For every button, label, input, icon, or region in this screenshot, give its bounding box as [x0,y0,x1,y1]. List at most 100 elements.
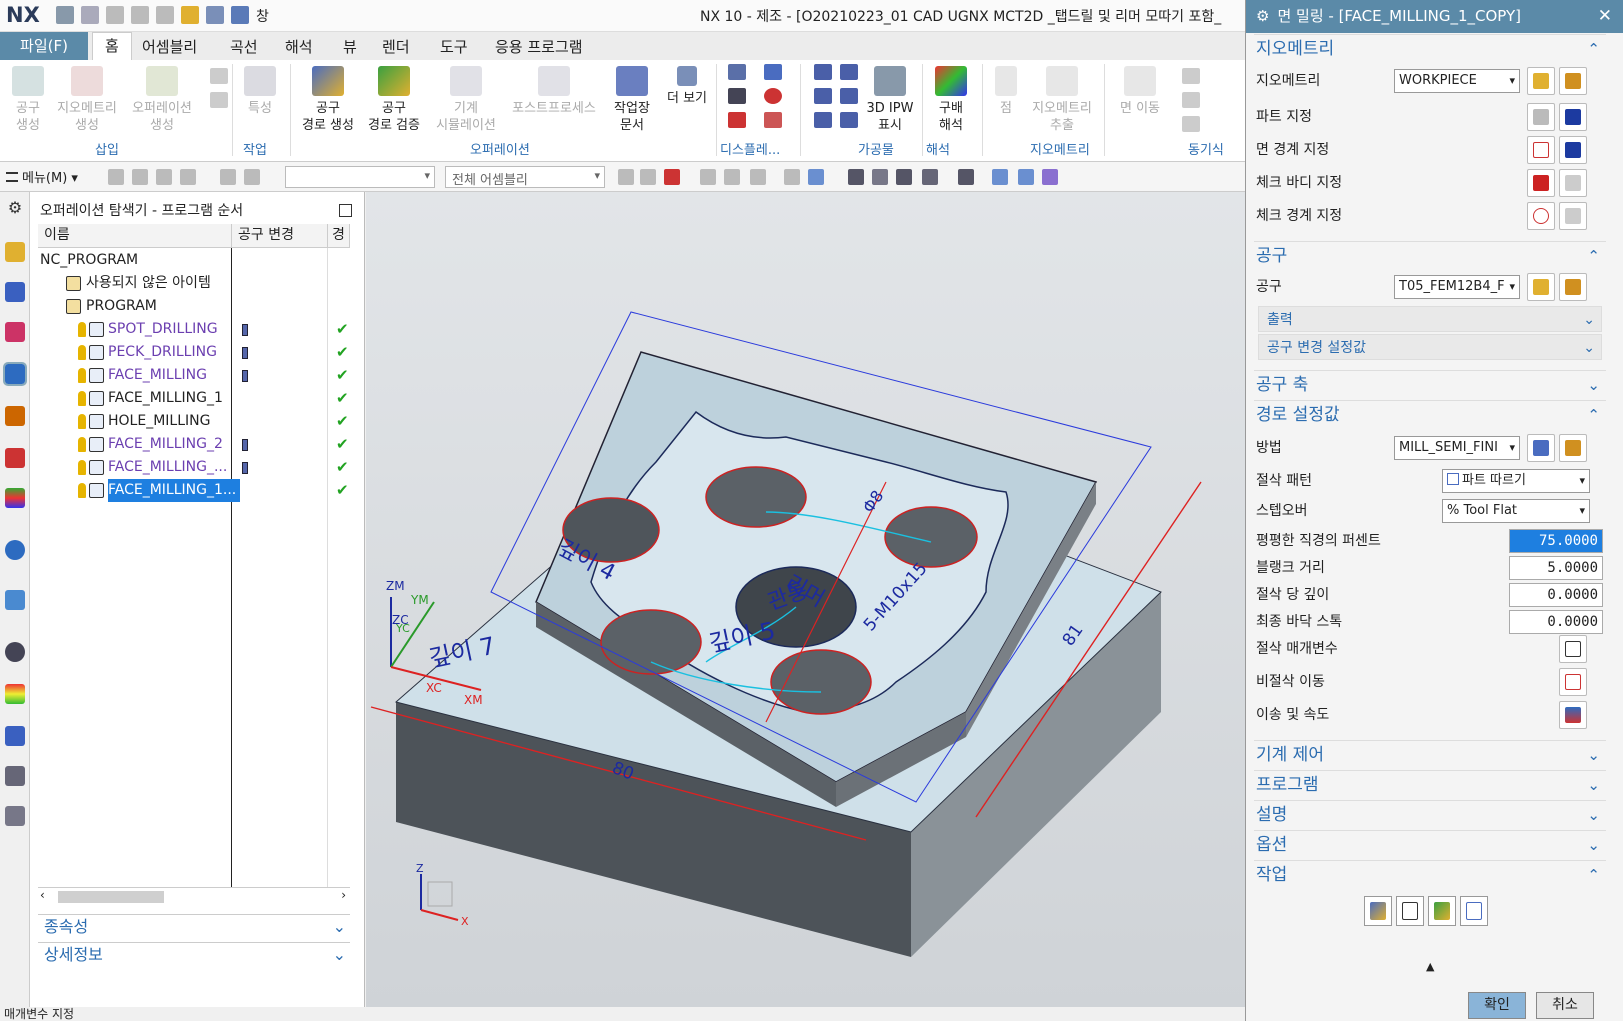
group-action[interactable]: 작업 [243,139,267,158]
parameter-input[interactable]: 0.0000 [1509,583,1603,607]
section-geometry[interactable]: 지오메트리 ⌃ [1254,34,1606,62]
navigator-row[interactable]: PROGRAM [38,295,360,318]
edit-geometry-button[interactable] [1559,67,1587,95]
specify-part-button[interactable] [1527,103,1555,131]
section-tool[interactable]: 공구 ⌃ [1254,241,1606,269]
tab-home[interactable]: 홈 [92,32,132,60]
snap-icon[interactable] [724,169,740,185]
ok-button[interactable]: 확인 [1468,992,1526,1019]
navigator-row[interactable]: SPOT_DRILLING ✔ [38,318,360,341]
web-browser-icon[interactable] [5,590,25,610]
cut-pattern-select[interactable]: 파트 따르기 [1442,469,1590,493]
cutting-parameters-button[interactable] [1559,635,1587,663]
specify-face-boundary-button[interactable] [1527,136,1555,164]
column-name[interactable]: 이름 [38,224,232,248]
new-tool-button[interactable] [1527,273,1555,301]
column-path[interactable]: 경 [328,224,350,248]
render-style-icon[interactable] [958,169,974,185]
move-face-button[interactable]: 면 이동 [1112,66,1168,117]
workpiece-icon[interactable] [840,112,858,128]
display-icon[interactable] [728,64,746,80]
stepover-select[interactable]: % Tool Flat [1442,499,1590,523]
group-operations[interactable]: 오퍼레이션 [470,139,530,158]
column-tool-change[interactable]: 공구 변경 [232,224,328,248]
workpiece-icon[interactable] [814,64,832,80]
non-cutting-moves-button[interactable] [1559,668,1587,696]
machine-tool-navigator-icon[interactable] [5,406,25,426]
paste-icon[interactable] [156,6,174,24]
display-icon[interactable] [764,64,782,80]
snap-icon[interactable] [640,169,656,185]
system-scenes-icon[interactable] [5,806,25,826]
verify-button[interactable] [1428,896,1456,926]
specify-check-boundary-button[interactable] [1527,202,1555,230]
group-insert[interactable]: 삽입 [95,139,119,158]
collapse-triangle-icon[interactable]: ▲ [1426,960,1434,973]
rotate-icon[interactable] [896,169,912,185]
navigator-row[interactable]: 사용되지 않은 아이템 [38,272,360,295]
save-icon[interactable] [56,6,74,24]
filter-icon[interactable] [220,169,236,185]
view-icon[interactable] [1042,169,1058,185]
postprocess-button[interactable]: 포스트프로세스 [506,66,602,117]
section-path-settings[interactable]: 경로 설정값 ⌃ [1254,400,1606,428]
workpiece-icon[interactable] [840,64,858,80]
cube-icon[interactable] [808,169,824,185]
section-details[interactable]: 상세정보 ⌄ [38,942,350,966]
navigator-row[interactable]: FACE_MILLING_... ✔ [38,456,360,479]
machine-simulation-button[interactable]: 기계 시뮬레이션 [430,66,502,134]
view-icon[interactable] [1018,169,1034,185]
snap-icon[interactable] [618,169,634,185]
maximize-icon[interactable] [339,204,352,217]
geometry-select[interactable]: WORKPIECE [1394,69,1520,93]
generate-toolpath-button[interactable]: 공구 경로 생성 [296,66,360,134]
shop-documentation-button[interactable]: 작업장 문서 [606,66,658,134]
new-geometry-button[interactable] [1527,67,1555,95]
tab-curve[interactable]: 곡선 [230,36,258,57]
display-icon[interactable] [764,112,782,128]
show-3d-ipw-button[interactable]: 3D IPW 표시 [862,66,918,134]
snap-icon[interactable] [784,169,800,185]
roles-icon[interactable] [5,766,25,786]
create-operation-button[interactable]: 오퍼레이션 생성 [126,66,198,134]
assembly-filter-combo[interactable]: 전체 어셈블리 [445,166,605,188]
repeat-command-icon[interactable] [206,6,224,24]
close-icon[interactable]: ✕ [1598,0,1612,33]
display-icon[interactable] [728,88,746,104]
filter-icon[interactable] [108,169,124,185]
process-studio-icon[interactable] [5,726,25,746]
properties-button[interactable]: 특성 [240,66,280,117]
navigator-row[interactable]: FACE_MILLING ✔ [38,364,360,387]
parameter-input[interactable]: 5.0000 [1509,556,1603,580]
filter-icon[interactable] [156,169,172,185]
group-display[interactable]: 디스플레... [720,139,780,158]
part-navigator-icon[interactable] [5,322,25,342]
part-model-view[interactable]: 깊이 4 깊이 5 깊이 7 리머 관통 5-M10x15 Φ8 80 81 Z… [366,192,1246,1007]
tab-view[interactable]: 뷰 [343,36,357,57]
edit-tool-button[interactable] [1559,273,1587,301]
display-icon[interactable] [764,88,782,104]
parameter-input[interactable]: 0.0000 [1509,610,1603,634]
section-tool-axis[interactable]: 공구 축 ⌄ [1254,370,1606,398]
navigator-row[interactable]: FACE_MILLING_1... ✔ [38,479,360,502]
settings-icon[interactable]: ⚙ [1256,7,1269,25]
parameter-input[interactable]: 75.0000 [1509,529,1603,553]
subsection-tool-change-settings[interactable]: 공구 변경 설정값 ⌄ [1258,334,1602,360]
replay-button[interactable] [1396,896,1424,926]
group-geometry[interactable]: 지오메트리 [1030,139,1090,158]
snap-icon[interactable] [664,169,680,185]
draft-analysis-button[interactable]: 구배 해석 [926,66,976,134]
filter-icon[interactable] [244,169,260,185]
touch-mode-icon[interactable] [181,6,199,24]
section-machine-control[interactable]: 기계 제어 ⌄ [1254,740,1606,768]
point-button[interactable]: 점 [988,66,1024,117]
section-options[interactable]: 옵션 ⌄ [1254,830,1606,858]
navigator-row[interactable]: NC_PROGRAM [38,249,360,272]
group-synchronous[interactable]: 동기식 [1188,139,1224,158]
sync-icon[interactable] [1182,92,1200,108]
tool-select[interactable]: T05_FEM12B4_F [1394,275,1520,299]
tab-file[interactable]: 파일(F) [0,32,88,60]
extract-geometry-button[interactable]: 지오메트리 추출 [1026,66,1098,134]
tab-tools[interactable]: 도구 [440,36,468,57]
constraint-navigator-icon[interactable] [5,282,25,302]
